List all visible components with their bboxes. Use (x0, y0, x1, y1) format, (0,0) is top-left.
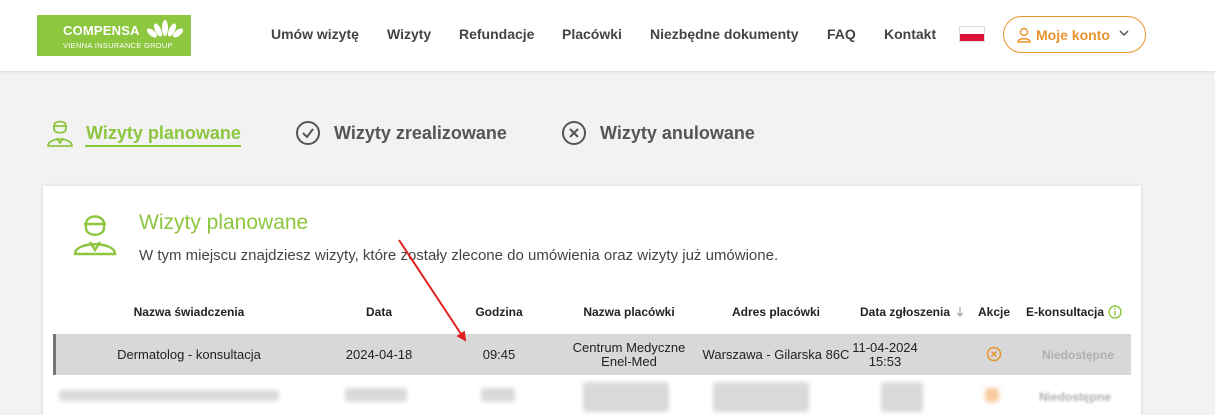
col-header-econsult[interactable]: E-konsultacja (1026, 305, 1104, 319)
polish-flag-icon[interactable] (959, 26, 985, 42)
planned-visits-card: Wizyty planowane W tym miejscu znajdzies… (43, 186, 1141, 415)
section-description: W tym miejscu znajdziesz wizyty, które z… (139, 247, 779, 264)
cell-service: Dermatolog - konsultacja (117, 347, 261, 362)
blurred-cell (59, 390, 279, 401)
table-row[interactable]: Dermatolog - konsultacja 2024-04-18 09:4… (53, 334, 1131, 375)
compensa-logo[interactable]: COMPENSA VIENNA INSURANCE GROUP (37, 15, 191, 56)
blurred-cell (345, 388, 407, 402)
top-header: COMPENSA VIENNA INSURANCE GROUP Umów wiz… (0, 0, 1215, 72)
nav-refundacje[interactable]: Refundacje (459, 26, 534, 42)
doctor-icon (47, 120, 73, 147)
info-icon[interactable] (1108, 305, 1122, 319)
doctor-icon (73, 215, 117, 256)
cell-submitted-date: 11-04-2024 (852, 340, 918, 355)
cell-date: 2024-04-18 (345, 347, 413, 362)
col-header-actions[interactable]: Akcje (978, 305, 1010, 319)
cell-facility-line2: Enel-Med (601, 354, 657, 369)
logo-subtitle: VIENNA INSURANCE GROUP (63, 41, 173, 50)
tab-wizyty-zrealizowane[interactable]: Wizyty zrealizowane (295, 117, 515, 149)
col-header-address[interactable]: Adres placówki (732, 305, 820, 319)
nav-kontakt[interactable]: Kontakt (884, 26, 936, 42)
cell-econsult: Niedostępne (1038, 390, 1112, 404)
cell-econsult: Niedostępne (1041, 348, 1115, 362)
nav-umow-wizyte[interactable]: Umów wizytę (271, 26, 359, 42)
table-row[interactable]: Niedostępne (53, 376, 1131, 415)
col-header-submitted[interactable]: Data zgłoszenia (860, 305, 950, 319)
nav-placowki[interactable]: Placówki (562, 26, 622, 42)
blurred-cell (481, 388, 515, 402)
blurred-cell (583, 382, 669, 412)
nav-faq[interactable]: FAQ (827, 26, 856, 42)
col-header-date[interactable]: Data (366, 305, 392, 319)
col-header-time[interactable]: Godzina (475, 305, 522, 319)
chevron-down-icon (1119, 30, 1129, 37)
my-account-button[interactable]: Moje konto (1003, 16, 1146, 53)
blurred-cell (713, 382, 809, 412)
user-icon (1017, 27, 1031, 43)
col-header-facility[interactable]: Nazwa placówki (583, 305, 674, 319)
logo-brand: COMPENSA (63, 23, 140, 38)
cell-address: Warszawa - Gilarska 86C (702, 347, 850, 362)
sort-down-icon[interactable] (956, 306, 964, 318)
blurred-cell (881, 382, 923, 412)
nav-wizyty[interactable]: Wizyty (387, 26, 431, 42)
logo-flower-icon (147, 20, 183, 38)
tab-label: Wizyty anulowane (600, 123, 755, 143)
cell-submitted-time: 15:53 (868, 354, 902, 369)
my-account-label: Moje konto (1036, 27, 1110, 43)
blurred-action-icon (985, 388, 999, 402)
col-header-service[interactable]: Nazwa świadczenia (134, 305, 245, 319)
cell-facility-line1: Centrum Medyczne (572, 340, 686, 355)
cell-time: 09:45 (482, 347, 516, 362)
cancel-circle-icon (562, 121, 586, 145)
section-title: Wizyty planowane (139, 211, 309, 234)
check-circle-icon (296, 121, 320, 145)
tab-label: Wizyty planowane (86, 123, 241, 143)
tab-wizyty-anulowane[interactable]: Wizyty anulowane (561, 117, 761, 149)
cancel-visit-icon[interactable] (986, 346, 1002, 362)
nav-niezbedne-dokumenty[interactable]: Niezbędne dokumenty (650, 26, 799, 42)
tab-label: Wizyty zrealizowane (334, 123, 507, 143)
active-tab-underline (85, 145, 241, 147)
